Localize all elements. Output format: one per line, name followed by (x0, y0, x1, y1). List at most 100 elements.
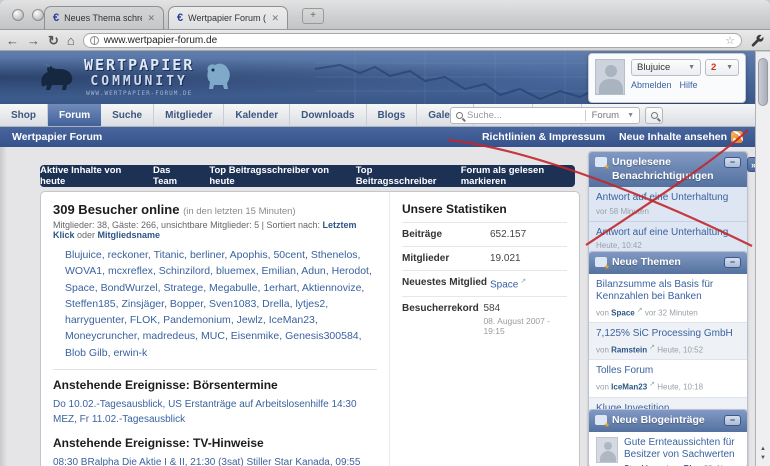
member-link[interactable]: berliner, (190, 249, 230, 261)
member-link[interactable]: Pandemonium, (163, 314, 237, 326)
member-link[interactable]: Eisenmike, (231, 330, 285, 342)
reload-icon[interactable]: ↻ (48, 34, 59, 47)
notification-item[interactable]: Antwort auf eine Unterhaltung vor 58 Min… (589, 187, 747, 221)
member-link[interactable]: FLOK, (130, 314, 163, 326)
member-link[interactable]: Sven1083, (209, 298, 262, 310)
settings-wrench-icon[interactable] (750, 33, 764, 47)
notification-title[interactable]: Antwort auf eine Unterhaltung (596, 227, 740, 240)
member-link[interactable]: Bopper, (170, 298, 209, 310)
url-bar[interactable]: www.wertpapier-forum.de ☆ (82, 32, 742, 48)
member-link[interactable]: Blujuice, (65, 249, 108, 261)
nav-tab[interactable]: Blogs (367, 104, 418, 126)
member-link[interactable]: Steffen185, (65, 298, 121, 310)
topic-author-link[interactable]: Space (611, 308, 635, 317)
search-input[interactable]: Suche... Forum ▼ (450, 107, 640, 124)
close-window-button[interactable] (12, 9, 24, 21)
member-link[interactable]: lytjes2, (295, 298, 328, 310)
topic-author-link[interactable]: IceMan23 (611, 383, 647, 392)
user-link[interactable]: Hilfe (680, 80, 698, 90)
member-link[interactable]: Apophis, (230, 249, 274, 261)
topic-author-link[interactable]: Ramstein (611, 345, 647, 354)
home-icon[interactable]: ⌂ (67, 34, 75, 47)
member-link[interactable]: Adun, (301, 265, 331, 277)
collapse-button[interactable]: − (724, 415, 741, 426)
nav-tab[interactable]: Mitglieder (154, 104, 225, 126)
collapse-button[interactable]: − (724, 157, 741, 168)
browser-scrollbar[interactable]: ▲ ▼ (755, 52, 770, 466)
blog-title[interactable]: Gute Ernteaussichten für Besitzer von Sa… (624, 437, 740, 462)
bookmark-star-icon[interactable]: ☆ (725, 34, 735, 47)
member-link[interactable]: erwin-k, (113, 347, 147, 359)
topic-item[interactable]: Bilanzsumme als Basis für Kennzahlen bei… (589, 274, 747, 323)
collapse-button[interactable]: − (724, 257, 741, 268)
topic-title[interactable]: Bilanzsumme als Basis für Kennzahlen bei… (596, 279, 740, 304)
breadcrumb-link[interactable]: Neue Inhalte ansehen (619, 131, 727, 143)
member-link[interactable]: Herodot, (332, 265, 372, 277)
sidebar-expand-button[interactable]: » (747, 157, 755, 172)
member-link[interactable]: Emilian, (262, 265, 302, 277)
member-link[interactable]: Drella, (262, 298, 295, 310)
topic-title[interactable]: 7,125% SiC Processing GmbH (596, 328, 740, 341)
quicklink[interactable]: Top Beitragsschreiber (356, 165, 443, 187)
member-link[interactable]: reckoner, (108, 249, 154, 261)
nav-tab[interactable]: Kalender (224, 104, 291, 126)
topic-item[interactable]: 7,125% SiC Processing GmbH von Ramstein ↗… (589, 322, 747, 360)
member-link[interactable]: bluemex, (216, 265, 262, 277)
member-link[interactable]: Blob Gilb, (65, 347, 113, 359)
back-icon[interactable]: ← (6, 34, 19, 47)
event-text[interactable]: 08:30 BRalpha Die Aktie I & II, 21:30 (3… (53, 455, 377, 466)
tab-close-icon[interactable]: ✕ (271, 13, 279, 24)
member-link[interactable]: MUC, (201, 330, 231, 342)
quicklink[interactable]: Forum als gelesen markieren (461, 165, 575, 187)
quicklink[interactable]: Top Beitragsschreiber von heute (209, 165, 337, 187)
breadcrumb[interactable]: Wertpapier Forum (12, 131, 102, 143)
member-link[interactable]: 50cent, (273, 249, 310, 261)
topic-item[interactable]: Tolles Forum von IceMan23 ↗ Heute, 10:18 (589, 359, 747, 396)
username-dropdown[interactable]: Blujuice ▼ (631, 59, 701, 76)
tab-close-icon[interactable]: ✕ (147, 13, 155, 24)
scrollbar-thumb[interactable] (758, 58, 768, 106)
member-link[interactable]: IceMan23, (269, 314, 318, 326)
minimize-window-button[interactable] (32, 9, 44, 21)
breadcrumb-link[interactable]: Richtlinien & Impressum (482, 131, 605, 143)
member-link[interactable]: 1erhart, (263, 282, 302, 294)
forward-icon[interactable]: → (27, 34, 40, 47)
notifications-dropdown[interactable]: 2 ▼ (705, 59, 739, 76)
quicklink[interactable]: Aktive Inhalte von heute (40, 165, 135, 187)
member-link[interactable]: Sthenelos, (311, 249, 361, 261)
member-link[interactable]: Titanic, (154, 249, 190, 261)
search-scope-dropdown[interactable]: Forum ▼ (584, 110, 634, 121)
user-link[interactable]: Abmelden (631, 80, 672, 90)
browser-tab[interactable]: € Wertpapier Forum (Aktien, B ✕ (168, 6, 288, 29)
member-link[interactable]: Moneycruncher, (65, 330, 143, 342)
member-link[interactable]: Megabulle, (209, 282, 263, 294)
blog-item[interactable]: Gute Ernteaussichten für Besitzer von Sa… (589, 432, 747, 466)
quicklink[interactable]: Das Team (153, 165, 191, 187)
nav-tab[interactable]: Shop (0, 104, 48, 126)
member-link[interactable]: Schinzilord, (159, 265, 216, 277)
member-link[interactable]: Zinsjäger, (121, 298, 169, 310)
nav-tab[interactable]: Downloads (290, 104, 367, 126)
member-link[interactable]: BondWurzel, (101, 282, 164, 294)
member-link[interactable]: WOVA1, (65, 265, 108, 277)
member-link[interactable]: Space, (65, 282, 101, 294)
rss-icon[interactable] (731, 131, 743, 143)
nav-tab[interactable]: Suche (101, 104, 155, 126)
sort-by-name-link[interactable]: Mitgliedsname (98, 230, 161, 240)
member-link[interactable]: madredeus, (143, 330, 201, 342)
member-link[interactable]: Genesis300584, (285, 330, 361, 342)
event-text[interactable]: Do 10.02.-Tagesausblick, US Erstanträge … (53, 397, 377, 427)
member-link[interactable]: mcxreflex, (108, 265, 159, 277)
new-tab-button[interactable]: + (302, 8, 324, 24)
member-link[interactable]: Aktiennovize, (302, 282, 364, 294)
browser-tab[interactable]: € Neues Thema schreiben - W ✕ (44, 6, 164, 29)
site-logo[interactable]: WERTPAPIER COMMUNITY WWW.WERTPAPIER-FORU… (38, 56, 232, 97)
member-link[interactable]: harryguenter, (65, 314, 130, 326)
topic-title[interactable]: Tolles Forum (596, 365, 740, 378)
user-avatar[interactable] (595, 59, 625, 95)
nav-tab[interactable]: Forum (48, 104, 102, 126)
search-submit-button[interactable] (645, 107, 663, 124)
member-link[interactable]: Jewlz, (237, 314, 269, 326)
scrollbar-arrows[interactable]: ▲ ▼ (756, 445, 770, 463)
notification-title[interactable]: Antwort auf eine Unterhaltung (596, 192, 740, 205)
